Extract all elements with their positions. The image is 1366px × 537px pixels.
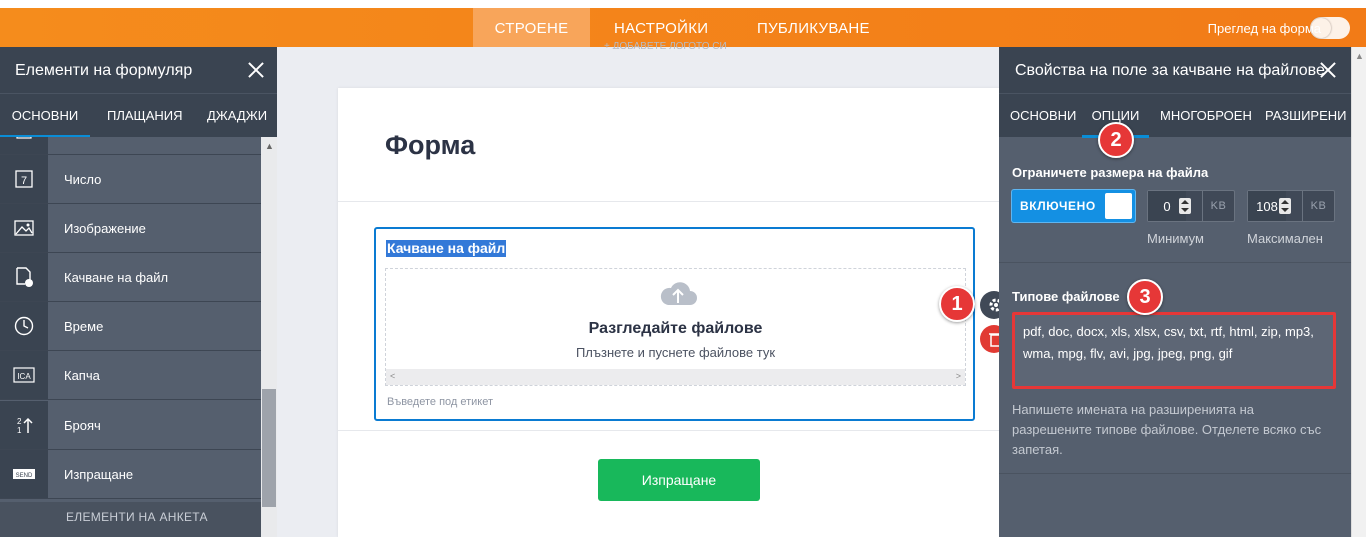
- list-item[interactable]: Време: [0, 302, 261, 351]
- annotation-badge: 2: [1098, 122, 1134, 158]
- file-dropzone[interactable]: Разгледайте файлове Плъзнете и пуснете ф…: [385, 268, 966, 386]
- toggle-knob: [1311, 18, 1331, 38]
- left-scrollbar[interactable]: ▲: [261, 137, 277, 537]
- file-types-textarea[interactable]: pdf, doc, docx, xls, xlsx, csv, txt, rtf…: [1012, 312, 1336, 389]
- divider: [999, 262, 1351, 263]
- tab-widgets[interactable]: ДЖАДЖИ: [207, 94, 267, 138]
- number-icon: 7: [0, 155, 48, 203]
- right-scrollbar[interactable]: ▲: [1351, 47, 1366, 537]
- list-item[interactable]: [0, 137, 261, 155]
- list-item-label: Капча: [64, 368, 100, 383]
- divider: [999, 473, 1351, 474]
- minimum-label: Минимум: [1147, 231, 1204, 246]
- tab-advanced[interactable]: РАЗШИРЕНИ: [1265, 94, 1347, 138]
- list-item[interactable]: SEND Изпращане: [0, 450, 261, 499]
- svg-text:SEND: SEND: [16, 473, 33, 479]
- maximum-label: Максимален: [1247, 231, 1323, 246]
- list-item[interactable]: 7 Число: [0, 155, 261, 204]
- form-canvas: Форма Качване на файл Разгледайте файлов…: [338, 88, 999, 537]
- file-upload-icon: [0, 253, 48, 301]
- element-icon: [0, 137, 48, 154]
- top-strip: [0, 0, 1366, 8]
- form-preview-toggle[interactable]: [1310, 17, 1350, 39]
- list-item[interactable]: ICA Капча: [0, 351, 261, 400]
- counter-icon: 21: [0, 401, 48, 449]
- divider: [338, 430, 999, 431]
- svg-text:7: 7: [21, 175, 27, 187]
- drag-drop-text: Плъзнете и пуснете файлове тук: [575, 345, 776, 360]
- tab-basic[interactable]: ОСНОВНИ: [1010, 94, 1076, 138]
- stepper-icon[interactable]: [1179, 198, 1191, 214]
- right-panel-tabs: ОСНОВНИ ОПЦИИ МНОГОБРОЕН РАЗШИРЕНИ: [999, 93, 1351, 138]
- tab-basic[interactable]: ОСНОВНИ: [0, 94, 90, 138]
- tab-publish[interactable]: ПУБЛИКУВАНЕ: [757, 8, 870, 47]
- minimum-size-input[interactable]: 0 KB: [1147, 190, 1235, 222]
- right-panel-header: Свойства на поле за качване на файлове: [999, 47, 1351, 93]
- form-title[interactable]: Форма: [385, 130, 475, 161]
- sublabel-input[interactable]: Въведете под етикет: [387, 396, 493, 408]
- toggle-label: ВКЛЮЧЕНО: [1020, 199, 1096, 213]
- left-panel-title: Елементи на формуляр: [15, 62, 193, 79]
- unit-label: KB: [1302, 191, 1334, 221]
- stepper-icon[interactable]: [1279, 198, 1291, 214]
- limit-size-toggle[interactable]: ВКЛЮЧЕНО: [1012, 190, 1135, 222]
- submit-button[interactable]: Изпращане: [598, 459, 760, 501]
- svg-text:2: 2: [17, 417, 22, 426]
- annotation-badge: 1: [939, 286, 975, 322]
- list-item[interactable]: Изображение: [0, 204, 261, 253]
- send-icon: SEND: [0, 450, 48, 498]
- left-panel-header: Елементи на формуляр: [0, 47, 277, 93]
- captcha-icon: ICA: [0, 351, 48, 399]
- list-item-label: Изпращане: [64, 467, 134, 482]
- scrollbar-thumb[interactable]: [262, 389, 276, 507]
- horizontal-scrollbar[interactable]: < >: [386, 369, 965, 385]
- maximum-size-input[interactable]: 108 KB: [1247, 190, 1335, 222]
- survey-elements-header[interactable]: ЕЛЕМЕНТИ НА АНКЕТА: [0, 502, 261, 537]
- list-item[interactable]: Качване на файл: [0, 253, 261, 302]
- file-upload-field[interactable]: Качване на файл Разгледайте файлове Плъз…: [374, 227, 975, 421]
- element-list: 7 Число Изображение Качване на файл Врем…: [0, 137, 261, 537]
- list-item-label: Качване на файл: [64, 270, 169, 285]
- unit-label: KB: [1202, 191, 1234, 221]
- list-item-label: Време: [64, 319, 104, 334]
- limit-size-title: Ограничете размера на файла: [1012, 165, 1209, 180]
- close-icon[interactable]: [1316, 58, 1340, 82]
- clock-icon: [0, 302, 48, 350]
- annotation-badge: 3: [1127, 279, 1163, 315]
- tab-payments[interactable]: ПЛАЩАНИЯ: [107, 94, 183, 138]
- file-types-help: Напишете имената на разширенията на разр…: [1012, 402, 1322, 457]
- toggle-handle[interactable]: [1105, 193, 1132, 219]
- tab-multiple[interactable]: МНОГОБРОЕН: [1160, 94, 1252, 138]
- form-preview-label: Преглед на форма: [1207, 21, 1321, 36]
- svg-text:1: 1: [17, 426, 22, 435]
- image-icon: [0, 204, 48, 252]
- form-elements-panel: Елементи на формуляр ОСНОВНИ ПЛАЩАНИЯ ДЖ…: [0, 47, 277, 537]
- tab-build[interactable]: СТРОЕНЕ: [473, 8, 590, 47]
- upload-field-label[interactable]: Качване на файл: [386, 240, 507, 257]
- list-item-label: Брояч: [64, 418, 101, 433]
- list-item-label: Изображение: [64, 221, 146, 236]
- svg-text:ICA: ICA: [17, 372, 31, 381]
- file-types-title: Типове файлове: [1012, 289, 1120, 304]
- scroll-left-icon[interactable]: <: [390, 371, 395, 381]
- scroll-up-icon[interactable]: ▲: [265, 141, 274, 151]
- scroll-right-icon[interactable]: >: [956, 371, 961, 381]
- left-panel-tabs: ОСНОВНИ ПЛАЩАНИЯ ДЖАДЖИ: [0, 93, 277, 138]
- scroll-up-icon[interactable]: ▲: [1355, 51, 1364, 61]
- list-item[interactable]: 21 Брояч: [0, 401, 261, 450]
- list-item-label: Число: [64, 172, 102, 187]
- browse-files-text[interactable]: Разгледайте файлове: [386, 320, 965, 338]
- close-icon[interactable]: [244, 58, 268, 82]
- divider: [338, 201, 999, 202]
- cloud-upload-icon: [660, 282, 697, 305]
- right-panel-title: Свойства на поле за качване на файлове: [1015, 62, 1325, 79]
- field-properties-panel: Свойства на поле за качване на файлове О…: [999, 47, 1351, 537]
- add-logo-link[interactable]: + ДОБАВЕТЕ ЛОГОТО СИ: [604, 42, 727, 49]
